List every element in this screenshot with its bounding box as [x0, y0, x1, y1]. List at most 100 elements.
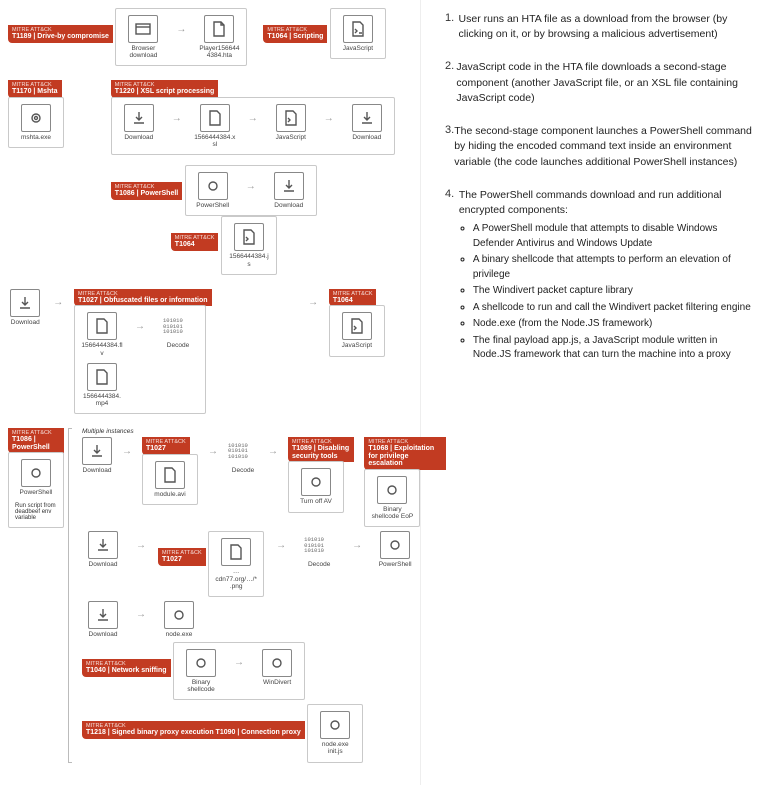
- node-download4: Download: [8, 289, 42, 326]
- arrow-icon: [268, 437, 278, 465]
- node-moduleavi: module.avi: [149, 461, 191, 498]
- node-download2: Download: [346, 104, 388, 141]
- gear-icon: [326, 716, 344, 734]
- tag-t1170: MITRE ATT&CKT1170 | Mshta: [8, 80, 62, 98]
- arrow-icon: [322, 104, 336, 132]
- node-download-b2: Download: [82, 531, 124, 568]
- node-browser: Browser download: [122, 15, 164, 59]
- tag-t1089: MITRE ATT&CKT1089 | Disabling security t…: [288, 437, 354, 462]
- node-decode-b2: 101010 010101 101010Decode: [298, 531, 340, 568]
- node-download: Download: [118, 104, 160, 141]
- description-panel: 1. User runs an HTA file as a download f…: [420, 0, 770, 785]
- node-cdn-png: …cdn77.org/…/*.png: [215, 538, 257, 589]
- script-icon: [240, 228, 258, 246]
- arrow-icon: [232, 649, 246, 677]
- node-binshell2: Binary shellcode: [180, 649, 222, 693]
- tag-t1027: MITRE ATT&CKT1027 | Obfuscated files or …: [74, 289, 212, 307]
- node-powershell: PowerShell: [192, 172, 234, 209]
- gear-icon: [27, 109, 45, 127]
- script-icon: [348, 317, 366, 335]
- tag-t1040: MITRE ATT&CKT1040 | Network sniffing: [82, 659, 171, 677]
- node-powershell2: PowerShell: [15, 459, 57, 496]
- download-icon: [88, 442, 106, 460]
- node-mshta: mshta.exe: [15, 104, 57, 141]
- gear-icon: [192, 654, 210, 672]
- file-icon: [93, 368, 111, 386]
- stage-4: MITRE ATT&CKT1086 | PowerShell PowerShel…: [8, 428, 416, 763]
- multi-instances-label: Multiple instances: [82, 428, 446, 435]
- stage-3: Download MITRE ATT&CKT1027 | Obfuscated …: [8, 289, 416, 414]
- tag-t1068: MITRE ATT&CKT1068 | Exploitation for pri…: [364, 437, 446, 470]
- tag-t1086: MITRE ATT&CKT1086 | PowerShell: [111, 182, 182, 200]
- desc-step-4-list: A PowerShell module that attempts to dis…: [473, 222, 758, 363]
- node-js2: JavaScript: [270, 104, 312, 141]
- node-download-b3: Download: [82, 601, 124, 638]
- gear-icon: [383, 481, 401, 499]
- tag-t1218: MITRE ATT&CKT1218 | Signed binary proxy …: [82, 721, 305, 739]
- download-icon: [280, 177, 298, 195]
- arrow-icon: [133, 312, 147, 340]
- list-item: The Windivert packet capture library: [473, 284, 758, 299]
- file-icon: [161, 466, 179, 484]
- arrow-icon: [134, 601, 148, 629]
- gear-icon: [386, 536, 404, 554]
- arrow-icon: [134, 531, 148, 559]
- node-decode: 101010 010101 101010Decode: [157, 312, 199, 349]
- tag-t1220: MITRE ATT&CKT1220 | XSL script processin…: [111, 80, 218, 98]
- tag-t1086b: MITRE ATT&CKT1086 | PowerShell: [8, 428, 64, 453]
- node-flv-file: 1566444384.flv: [81, 312, 123, 356]
- download-icon: [94, 536, 112, 554]
- gear-icon: [204, 177, 222, 195]
- browser-icon: [134, 20, 152, 38]
- node-nodeinit: node.exe init.js: [314, 711, 356, 755]
- list-item: A shellcode to run and call the Windiver…: [473, 301, 758, 316]
- node-nodeexe: node.exe: [158, 601, 200, 638]
- runscript-label: Run script from deadbeef env variable: [15, 503, 57, 521]
- arrow-icon: [170, 104, 184, 132]
- node-mp4-file: 1566444384.mp4: [81, 363, 123, 407]
- download-icon: [94, 606, 112, 624]
- node-jsfile: 1566444384.js: [228, 223, 270, 267]
- arrow-icon: [274, 531, 288, 559]
- script-icon: [282, 109, 300, 127]
- arrow-icon: [246, 104, 260, 132]
- download-icon: [130, 109, 148, 127]
- arrow-icon: [350, 531, 364, 559]
- arrow-icon: [244, 172, 258, 200]
- file-icon: [206, 109, 224, 127]
- gear-icon: [268, 654, 286, 672]
- tag-t1064: MITRE ATT&CKT1064 | Scripting: [263, 25, 327, 43]
- node-js: JavaScript: [337, 15, 379, 52]
- tag-t1027b: MITRE ATT&CKT1027: [142, 437, 190, 455]
- list-item: A binary shellcode that attempts to perf…: [473, 253, 758, 282]
- desc-step-2: 2. JavaScript code in the HTA file downl…: [445, 60, 758, 106]
- tag-t1064c: MITRE ATT&CKT1064: [329, 289, 377, 307]
- bracket-icon: [68, 428, 72, 763]
- list-item: Node.exe (from the Node.JS framework): [473, 317, 758, 332]
- file-icon: [227, 543, 245, 561]
- gear-icon: [170, 606, 188, 624]
- gear-icon: [27, 464, 45, 482]
- node-download-b1: Download: [82, 437, 112, 474]
- node-binshell-eop: Binary shellcode EoP: [371, 476, 413, 520]
- node-windivert: WinDivert: [256, 649, 298, 686]
- node-download3: Download: [268, 172, 310, 209]
- tag-t1027c: MITRE ATT&CKT1027: [158, 548, 206, 566]
- tag-t1064b: MITRE ATT&CKT1064: [171, 233, 219, 251]
- arrow-icon: [208, 437, 218, 465]
- arrow-icon: [52, 289, 64, 317]
- node-hta-file: Player1566444384.hta: [198, 15, 240, 59]
- desc-step-1: 1. User runs an HTA file as a download f…: [445, 12, 758, 42]
- gear-icon: [307, 473, 325, 491]
- arrow-icon: [307, 289, 319, 317]
- stage-1: MITRE ATT&CKT1189 | Drive-by compromise …: [8, 8, 416, 66]
- download-icon: [16, 294, 34, 312]
- arrow-icon: [122, 437, 132, 465]
- file-icon: [210, 20, 228, 38]
- node-powershell-b2: PowerShell: [374, 531, 416, 568]
- script-icon: [349, 20, 367, 38]
- list-item: The final payload app.js, a JavaScript m…: [473, 334, 758, 363]
- node-decode-b1: 101010 010101 101010Decode: [228, 437, 258, 474]
- arrow-icon: [174, 15, 188, 43]
- tag-t1189: MITRE ATT&CKT1189 | Drive-by compromise: [8, 25, 113, 43]
